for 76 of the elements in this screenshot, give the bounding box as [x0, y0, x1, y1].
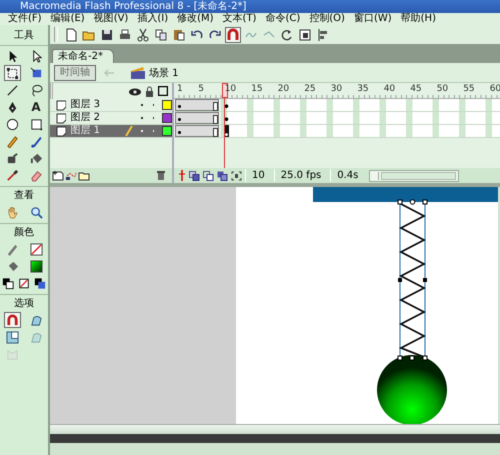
no-stroke-swatch-icon[interactable] [28, 241, 44, 257]
pencil-icon [124, 126, 133, 136]
menu-item[interactable]: 插入(I) [133, 13, 174, 25]
menu-item[interactable]: 窗口(W) [350, 13, 397, 25]
trash-icon[interactable] [156, 170, 166, 181]
frame-rate-field[interactable]: 25.0 fps [274, 169, 328, 182]
layer-icon [56, 112, 66, 124]
menu-item[interactable]: 文件(F) [4, 13, 47, 25]
insert-layer-icon[interactable] [52, 170, 64, 181]
magnet-icon[interactable] [4, 312, 20, 328]
menu-item[interactable]: 编辑(E) [46, 13, 90, 25]
menu-item[interactable]: 帮助(H) [396, 13, 441, 25]
frame-number: 1 [177, 84, 183, 94]
section-label: 选项 [0, 294, 48, 310]
menu-item[interactable]: 文本(T) [218, 13, 262, 25]
layer-name: 图层 3 [70, 99, 101, 111]
layer-name: 图层 2 [70, 112, 101, 124]
frame-number: 40 [384, 84, 396, 94]
timeline-button[interactable]: 时间轴 [54, 64, 96, 80]
layer-row[interactable]: 图层 2 [50, 112, 172, 125]
elapsed-time-field: 0.4s [330, 169, 364, 182]
layer-color-swatch[interactable] [162, 100, 172, 110]
layer-icon [56, 126, 66, 136]
document-tab[interactable]: 未命名-2* [52, 49, 114, 63]
menu-item[interactable]: 视图(V) [90, 13, 134, 25]
section-label: 查看 [0, 186, 48, 202]
menu-item[interactable]: 修改(M) [173, 13, 219, 25]
menu-item[interactable]: 命令(C) [261, 13, 306, 25]
frame-number: 15 [251, 84, 263, 94]
layer-icon [56, 100, 66, 110]
frame-number: 35 [357, 84, 369, 94]
frame-number: 5 [198, 84, 204, 94]
keyframe-dot [178, 105, 181, 108]
onion-outline-icon[interactable] [203, 170, 214, 180]
frame-number: 20 [278, 84, 290, 94]
edit-multiple-frames-icon[interactable] [217, 170, 228, 180]
scale-icon[interactable] [4, 329, 20, 345]
layer-color-swatch[interactable] [162, 113, 172, 123]
frame-end-marker [213, 102, 218, 111]
clapper-icon [130, 66, 146, 80]
frame-number: 25 [304, 84, 316, 94]
frame-end-marker [213, 115, 218, 124]
center-frame-icon[interactable] [178, 170, 186, 181]
section-label: 工具 [0, 27, 48, 46]
frame-number: 30 [330, 84, 342, 94]
frame-number: 45 [410, 84, 422, 94]
stage-scrollbar[interactable] [50, 424, 500, 434]
layer-row[interactable]: 图层 3 [50, 99, 172, 112]
magnet-icon[interactable] [225, 26, 241, 42]
scale-icon[interactable] [297, 26, 313, 42]
scissors-icon[interactable] [135, 26, 151, 42]
layer-name: 图层 1 [70, 125, 101, 137]
motion-guide-icon[interactable] [65, 170, 77, 181]
transform-icon[interactable] [4, 65, 20, 81]
keyframe-dot [178, 118, 181, 121]
copy-icon[interactable] [153, 26, 169, 42]
keyframe-dot [178, 131, 181, 134]
layer-color-swatch[interactable] [162, 126, 172, 136]
text-tool-button[interactable]: A [28, 99, 44, 115]
playhead-line [224, 98, 225, 168]
onion-markers-icon[interactable] [231, 170, 242, 180]
menu-item[interactable]: 控制(O) [305, 13, 350, 25]
lock-icon[interactable] [145, 86, 154, 96]
frame-number: 50 [436, 84, 448, 94]
current-frame-field: 10 [245, 169, 271, 182]
frame-end-marker [213, 128, 218, 137]
onion-skin-icon[interactable] [189, 170, 200, 180]
window-title: Macromedia Flash Professional 8 - [未命名-2*] [20, 2, 246, 12]
folder-icon[interactable] [78, 170, 90, 181]
frame-number: 55 [463, 84, 475, 94]
gradient-swatch-icon[interactable] [28, 258, 44, 274]
section-label: 颜色 [0, 223, 48, 239]
scene-name: 场景 1 [149, 66, 179, 80]
timeline-scrollbar[interactable] [369, 170, 460, 182]
layer-row[interactable]: 图层 1 [50, 125, 172, 138]
eye-icon[interactable] [129, 86, 141, 96]
